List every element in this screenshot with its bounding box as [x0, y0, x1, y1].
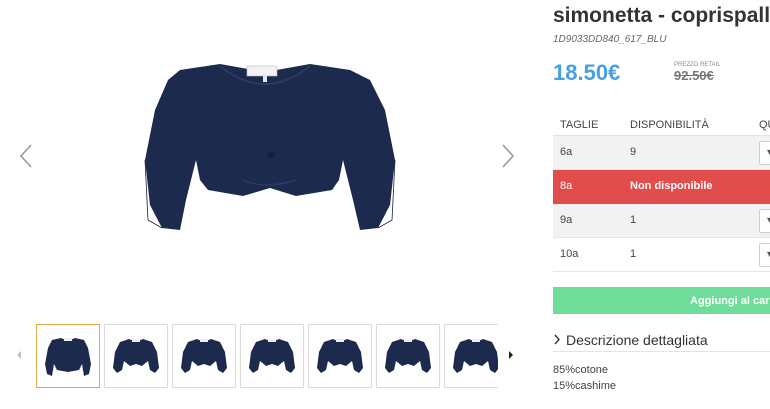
thumbnail-shrug-image [453, 339, 498, 373]
quantity-select[interactable]: ▾ [759, 141, 770, 165]
header-quantity: QU [759, 119, 770, 131]
quantity-select[interactable]: ▾ [759, 243, 770, 267]
product-sku: 1D9033DD840_617_BLU [553, 34, 667, 45]
availability-count: 9 [630, 146, 637, 158]
product-gallery [0, 0, 530, 409]
next-image-button[interactable] [496, 143, 518, 169]
retail-price: 92.50€ [674, 68, 714, 83]
add-to-cart-button[interactable]: Aggiungi al carre [553, 287, 770, 314]
size-label: 9a [560, 214, 573, 226]
thumbnail-shrug-image [385, 339, 431, 373]
thumbnail-list [36, 322, 498, 390]
size-row-9a: 9a 1 ▾ [553, 204, 770, 238]
thumbnail-7[interactable] [444, 324, 498, 388]
size-label: 6a [560, 146, 573, 158]
sizes-table-header: TAGLIE DISPONIBILITÀ QU [553, 116, 770, 136]
thumbnails-next-button[interactable] [506, 348, 516, 360]
size-row-10a: 10a 1 ▾ [553, 238, 770, 272]
thumbnail-4[interactable] [240, 324, 304, 388]
chevron-left-icon [19, 144, 32, 168]
thumbnail-1[interactable] [36, 324, 100, 388]
availability-status: Non disponibile [630, 180, 713, 192]
availability-count: 1 [630, 214, 637, 226]
thumbnail-strip [14, 322, 520, 390]
chevron-right-icon [502, 144, 515, 168]
size-label: 8a [560, 180, 573, 192]
thumbnail-3[interactable] [172, 324, 236, 388]
caret-right-icon [509, 351, 513, 359]
description-line-1: 85%cotone [553, 364, 609, 376]
thumbnail-shrug-image [249, 339, 295, 373]
quantity-select[interactable]: ▾ [759, 209, 770, 233]
caret-left-icon [17, 351, 21, 359]
previous-image-button[interactable] [16, 143, 38, 169]
product-price: 18.50€ [553, 60, 621, 85]
thumbnail-6[interactable] [376, 324, 440, 388]
thumbnail-2[interactable] [104, 324, 168, 388]
thumbnail-shrug-image [181, 339, 227, 373]
header-sizes: TAGLIE [560, 119, 599, 131]
size-row-8a: 8a Non disponibile [553, 170, 770, 204]
shrug-cardigan-image [144, 64, 396, 230]
thumbnail-shrug-image [317, 339, 363, 373]
chevron-right-icon [554, 334, 560, 345]
size-label: 10a [560, 248, 579, 260]
thumbnail-shrug-image [45, 338, 91, 376]
availability-count: 1 [630, 248, 637, 260]
thumbnails-prev-button[interactable] [14, 348, 24, 360]
description-label: Descrizione dettagliata [566, 332, 708, 348]
description-line-2: 15%cashime [553, 380, 616, 392]
product-details: simonetta - coprispalla 1D9033DD840_617_… [553, 0, 770, 409]
main-product-image[interactable] [60, 30, 480, 280]
sizes-table: TAGLIE DISPONIBILITÀ QU 6a 9 ▾ 8a Non di… [553, 116, 770, 272]
size-row-6a: 6a 9 ▾ [553, 136, 770, 170]
description-toggle[interactable]: Descrizione dettagliata [553, 330, 770, 352]
header-availability: DISPONIBILITÀ [630, 119, 709, 131]
thumbnail-5[interactable] [308, 324, 372, 388]
thumbnail-shrug-image [113, 339, 159, 373]
product-title: simonetta - coprispalla [553, 4, 770, 27]
